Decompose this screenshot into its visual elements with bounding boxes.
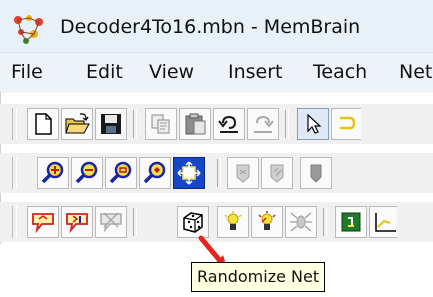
add-input-neuron-icon [66,213,88,234]
add-output-neuron-icon [32,213,54,234]
toolbar-standard [0,104,433,144]
open-folder-icon [65,113,90,134]
neuron-gray-icon [310,164,322,183]
save-button[interactable] [95,108,127,140]
zoom-all-icon [177,161,201,185]
zoom-out-button[interactable] [71,157,103,189]
menu-file[interactable]: File [11,61,43,83]
copy-button[interactable] [145,108,177,140]
teach-button[interactable] [335,206,367,238]
menu-bar: File Edit View Insert Teach Net [0,52,433,93]
zoom-fit-button[interactable] [139,157,171,189]
neuron-disabled-icon [236,164,250,183]
tooltip: Randomize Net [191,262,326,292]
toolbar-separator [285,110,289,138]
redo-icon [254,115,274,133]
menu-view[interactable]: View [149,61,194,83]
add-output-neuron-button[interactable] [27,206,59,238]
open-button[interactable] [61,108,93,140]
toolbar-grip[interactable] [12,157,17,189]
title-bar: Decoder4To16.mbn - MemBrain [0,0,433,52]
toolbar-separator [323,208,327,236]
chart-icon [375,213,396,232]
bulb-icon [224,211,242,230]
new-file-icon [35,113,52,135]
chart-button[interactable] [369,206,397,238]
zoom-icon [109,161,132,184]
zoom-in-icon [41,161,64,184]
neuron-button-2[interactable] [261,157,293,189]
neuron-button-3[interactable] [300,157,332,189]
app-logo-icon [14,15,43,44]
undo-icon [218,115,238,133]
bulb-red-icon [258,211,276,230]
menu-teach[interactable]: Teach [313,61,367,83]
add-input-neuron-button[interactable] [61,206,93,238]
zoom-in-button[interactable] [37,157,69,189]
copy-icon [151,114,170,134]
zoom-button[interactable] [105,157,137,189]
toolbar-grip[interactable] [12,108,17,140]
think-step-button[interactable] [251,206,283,238]
undo-button[interactable] [213,108,245,140]
toolbar-separator [133,208,137,236]
neuron-button[interactable] [227,157,259,189]
toolbar-zoom [0,153,433,193]
zoom-out-icon [75,161,98,184]
paste-icon [185,113,206,135]
randomize-dice-icon [183,212,203,233]
save-icon [101,114,121,134]
select-pointer-icon [307,113,322,134]
spider-icon [290,212,312,232]
neuron-disabled-2-icon [270,164,284,183]
menu-insert[interactable]: Insert [228,61,283,83]
delete-neuron-button[interactable] [95,206,127,238]
link-icon [340,116,356,130]
zoom-all-button[interactable] [173,157,205,189]
link-button[interactable] [331,108,361,140]
menu-net[interactable]: Net [399,61,432,83]
paste-button[interactable] [179,108,211,140]
window-title: Decoder4To16.mbn - MemBrain [60,16,361,38]
redo-button[interactable] [247,108,279,140]
select-button[interactable] [297,108,329,140]
zoom-fit-icon [143,161,166,184]
menu-edit[interactable]: Edit [86,61,123,83]
toolbar-separator [217,159,221,187]
teach-icon [341,212,361,232]
new-button[interactable] [27,108,59,140]
delete-neuron-icon [100,212,122,233]
toolbar-separator [133,110,137,138]
net-analyzer-button[interactable] [285,206,317,238]
toolbar-grip[interactable] [12,206,17,238]
